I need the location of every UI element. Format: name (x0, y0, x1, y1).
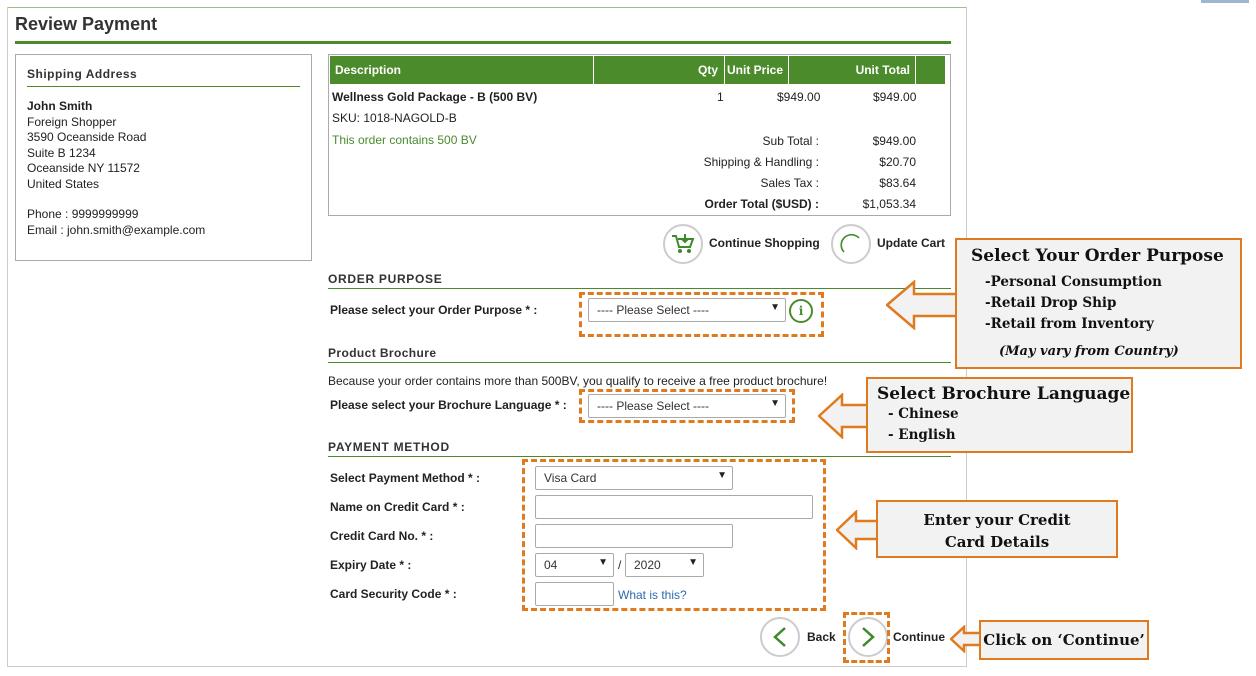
continue-shopping-label[interactable]: Continue Shopping (709, 236, 820, 250)
callout-language-item: - Chinese (888, 406, 959, 422)
shipping-heading: Shipping Address (27, 67, 300, 87)
card-details-highlight (522, 459, 826, 611)
bv-note: This order contains 500 BV (332, 133, 477, 147)
brochure-note: Because your order contains more than 50… (328, 374, 828, 388)
shipping-line: Suite B 1234 (27, 145, 96, 160)
shipping-line: United States (27, 176, 100, 191)
shipping-line: Oceanside NY 11572 (27, 161, 140, 175)
shipping-email: Email : john.smith@example.com (27, 222, 206, 237)
continue-label[interactable]: Continue (893, 630, 945, 644)
subtotal-value: $949.00 (872, 134, 916, 148)
corner-decoration (1201, 0, 1249, 3)
card-details-callout: Enter your Credit Card Details (876, 500, 1118, 558)
cart-icon (672, 234, 695, 253)
shipping-line: Foreign Shopper (27, 114, 117, 129)
callout-language-item: - English (888, 427, 956, 443)
callout-arrow-left-icon (836, 510, 880, 550)
shipping-value: $20.70 (879, 155, 916, 169)
item-unit-price: $949.00 (777, 90, 821, 104)
back-button[interactable] (760, 617, 800, 657)
col-spacer (916, 56, 945, 84)
refresh-icon (840, 233, 860, 253)
callout-purpose-title: Select Your Order Purpose (971, 246, 1224, 266)
update-cart-label[interactable]: Update Cart (877, 236, 945, 250)
shipping-address-panel: Shipping Address John Smith Foreign Shop… (15, 54, 312, 261)
brochure-divider (328, 362, 951, 363)
continue-shopping-button[interactable] (663, 224, 703, 264)
item-sku: SKU: 1018-NAGOLD-B (332, 111, 457, 125)
callout-card-line: Card Details (944, 533, 1050, 551)
callout-card-line: Enter your Credit (923, 511, 1071, 529)
callout-arrow-left-icon (886, 280, 958, 330)
callout-purpose-item: -Personal Consumption (985, 274, 1162, 290)
continue-callout: Click on ‘Continue’ (979, 620, 1149, 660)
payment-heading: PAYMENT METHOD (328, 440, 450, 454)
col-unit-price: Unit Price (725, 56, 788, 84)
back-label[interactable]: Back (807, 630, 836, 644)
shipping-name: John Smith (27, 99, 93, 113)
payment-divider (328, 456, 951, 457)
update-cart-button[interactable] (831, 224, 871, 264)
col-description: Description (330, 56, 593, 84)
shipping-label: Shipping & Handling : (703, 155, 819, 169)
subtotal-label: Sub Total : (762, 134, 819, 148)
cart-table: Description Qty Unit Price Unit Total We… (328, 54, 951, 216)
item-name: Wellness Gold Package - B (500 BV) (332, 90, 538, 104)
order-purpose-heading: ORDER PURPOSE (328, 272, 443, 286)
title-divider (15, 41, 951, 44)
card-number-label: Credit Card No. * : (330, 529, 434, 543)
expiry-label: Expiry Date * : (330, 558, 412, 572)
callout-purpose-item: -Retail Drop Ship (985, 295, 1117, 311)
brochure-highlight (579, 389, 795, 423)
chevron-left-icon (773, 627, 786, 647)
item-unit-total: $949.00 (873, 90, 917, 104)
tax-value: $83.64 (879, 176, 916, 190)
order-total-value: $1,053.34 (862, 197, 916, 211)
payment-method-label: Select Payment Method * : (330, 471, 481, 485)
tax-label: Sales Tax : (760, 176, 819, 190)
callout-purpose-item: -Retail from Inventory (985, 316, 1154, 332)
item-qty: 1 (717, 90, 724, 104)
col-qty: Qty (594, 56, 724, 84)
card-name-label: Name on Credit Card * : (330, 500, 465, 514)
continue-highlight (843, 612, 890, 663)
brochure-language-callout: Select Brochure Language - Chinese - Eng… (866, 377, 1133, 453)
shipping-phone: Phone : 9999999999 (27, 207, 139, 221)
brochure-heading: Product Brochure (328, 346, 437, 360)
page-title: Review Payment (15, 14, 158, 34)
cart-header-row: Description Qty Unit Price Unit Total (329, 55, 952, 85)
callout-purpose-note: (May vary from Country) (999, 344, 1179, 359)
callout-language-title: Select Brochure Language (877, 384, 1131, 404)
order-purpose-divider (328, 288, 951, 289)
callout-arrow-left-icon (818, 393, 870, 439)
order-purpose-highlight (579, 292, 824, 337)
order-purpose-label: Please select your Order Purpose * : (330, 303, 538, 317)
col-unit-total: Unit Total (789, 56, 915, 84)
shipping-line: 3590 Oceanside Road (27, 130, 147, 144)
order-total-label: Order Total ($USD) : (704, 197, 819, 211)
order-purpose-callout: Select Your Order Purpose -Personal Cons… (955, 238, 1242, 369)
brochure-language-label: Please select your Brochure Language * : (330, 398, 567, 412)
security-code-label: Card Security Code * : (330, 587, 457, 601)
